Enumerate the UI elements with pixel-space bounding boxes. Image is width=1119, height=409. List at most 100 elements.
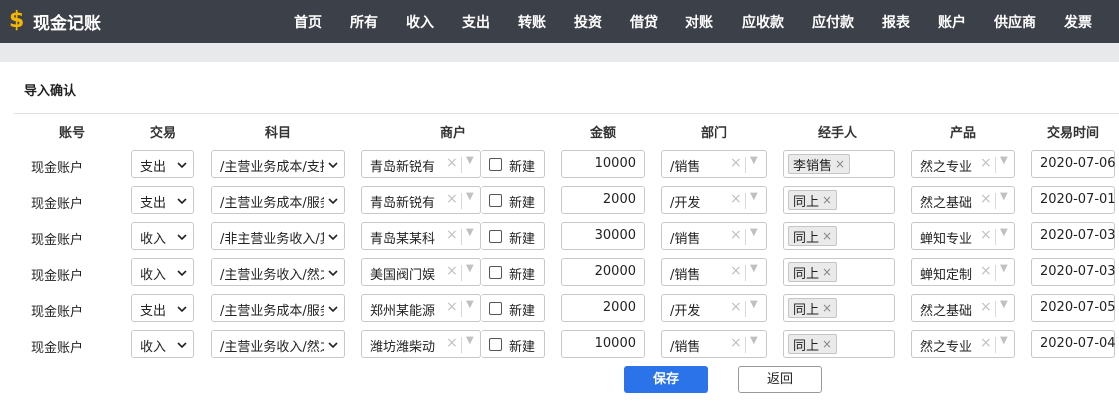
subject-select[interactable]: /非主营业务收入/其	[211, 222, 345, 250]
new-merchant-checkbox[interactable]	[489, 230, 502, 243]
new-merchant-option[interactable]: 新建	[481, 186, 545, 214]
subject-select[interactable]: /主营业务收入/然之	[211, 330, 345, 358]
caret-down-icon[interactable]: ▼	[466, 263, 474, 274]
subject-select[interactable]: /主营业务成本/服务	[211, 294, 345, 322]
clear-icon[interactable]: ×	[980, 191, 992, 207]
clear-icon[interactable]: ×	[730, 155, 742, 171]
trade-select[interactable]: 支出	[131, 294, 194, 322]
trade-time-input[interactable]: 2020-07-05	[1031, 294, 1116, 322]
new-merchant-option[interactable]: 新建	[481, 150, 545, 178]
app-logo[interactable]: $ 现金记账	[9, 9, 101, 34]
merchant-select[interactable]: 青岛某某科 × ▼	[361, 222, 481, 250]
trade-time-input[interactable]: 2020-07-03	[1031, 222, 1116, 250]
product-select[interactable]: 蝉知专业 × ▼	[911, 222, 1015, 250]
caret-down-icon[interactable]: ▼	[750, 227, 758, 238]
caret-down-icon[interactable]: ▼	[466, 227, 474, 238]
product-select[interactable]: 蝉知定制 × ▼	[911, 258, 1015, 286]
trade-select[interactable]: 支出	[131, 186, 194, 214]
remove-tag-icon[interactable]: ×	[835, 157, 845, 171]
caret-down-icon[interactable]: ▼	[750, 191, 758, 202]
amount-input[interactable]: 30000	[561, 222, 645, 250]
caret-down-icon[interactable]: ▼	[1000, 263, 1008, 274]
nav-income[interactable]: 收入	[406, 12, 434, 32]
caret-down-icon[interactable]: ▼	[1000, 299, 1008, 310]
clear-icon[interactable]: ×	[730, 227, 742, 243]
new-merchant-option[interactable]: 新建	[481, 222, 545, 250]
trade-select[interactable]: 收入	[131, 222, 194, 250]
caret-down-icon[interactable]: ▼	[750, 155, 758, 166]
clear-icon[interactable]: ×	[980, 299, 992, 315]
clear-icon[interactable]: ×	[446, 191, 458, 207]
nav-account[interactable]: 账户	[938, 12, 966, 32]
nav-all[interactable]: 所有	[350, 12, 378, 32]
product-select[interactable]: 然之基础 × ▼	[911, 294, 1015, 322]
nav-supplier[interactable]: 供应商	[994, 12, 1036, 32]
nav-invest[interactable]: 投资	[574, 12, 602, 32]
remove-tag-icon[interactable]: ×	[822, 229, 832, 243]
handler-select[interactable]: 同上 ×	[783, 222, 895, 250]
dept-select[interactable]: /销售 × ▼	[661, 222, 767, 250]
remove-tag-icon[interactable]: ×	[822, 265, 832, 279]
dept-select[interactable]: /销售 × ▼	[661, 330, 767, 358]
clear-icon[interactable]: ×	[446, 299, 458, 315]
clear-icon[interactable]: ×	[446, 227, 458, 243]
merchant-select[interactable]: 青岛新锐有 × ▼	[361, 186, 481, 214]
nav-transfer[interactable]: 转账	[518, 12, 546, 32]
caret-down-icon[interactable]: ▼	[466, 155, 474, 166]
handler-select[interactable]: 李销售 ×	[783, 150, 895, 178]
clear-icon[interactable]: ×	[730, 263, 742, 279]
caret-down-icon[interactable]: ▼	[1000, 191, 1008, 202]
nav-payable[interactable]: 应付款	[812, 12, 854, 32]
new-merchant-checkbox[interactable]	[489, 266, 502, 279]
remove-tag-icon[interactable]: ×	[822, 337, 832, 351]
handler-select[interactable]: 同上 ×	[783, 258, 895, 286]
dept-select[interactable]: /开发 × ▼	[661, 294, 767, 322]
trade-time-input[interactable]: 2020-07-04	[1031, 330, 1116, 358]
caret-down-icon[interactable]: ▼	[1000, 227, 1008, 238]
back-button[interactable]: 返回	[738, 366, 822, 393]
trade-select[interactable]: 收入	[131, 258, 194, 286]
clear-icon[interactable]: ×	[980, 227, 992, 243]
nav-receivable[interactable]: 应收款	[742, 12, 784, 32]
product-select[interactable]: 然之专业 × ▼	[911, 330, 1015, 358]
clear-icon[interactable]: ×	[730, 191, 742, 207]
clear-icon[interactable]: ×	[980, 335, 992, 351]
subject-select[interactable]: /主营业务成本/支持	[211, 150, 345, 178]
caret-down-icon[interactable]: ▼	[466, 299, 474, 310]
clear-icon[interactable]: ×	[980, 263, 992, 279]
dept-select[interactable]: /销售 × ▼	[661, 258, 767, 286]
nav-expense[interactable]: 支出	[462, 12, 490, 32]
trade-select[interactable]: 收入	[131, 330, 194, 358]
handler-select[interactable]: 同上 ×	[783, 186, 895, 214]
remove-tag-icon[interactable]: ×	[822, 193, 832, 207]
trade-time-input[interactable]: 2020-07-01	[1031, 186, 1116, 214]
caret-down-icon[interactable]: ▼	[750, 263, 758, 274]
merchant-select[interactable]: 潍坊潍柴动 × ▼	[361, 330, 481, 358]
caret-down-icon[interactable]: ▼	[466, 335, 474, 346]
save-button[interactable]: 保存	[624, 366, 708, 393]
amount-input[interactable]: 10000	[561, 330, 645, 358]
amount-input[interactable]: 2000	[561, 294, 645, 322]
caret-down-icon[interactable]: ▼	[466, 191, 474, 202]
caret-down-icon[interactable]: ▼	[1000, 155, 1008, 166]
new-merchant-option[interactable]: 新建	[481, 330, 545, 358]
trade-time-input[interactable]: 2020-07-06	[1031, 150, 1116, 178]
dept-select[interactable]: /销售 × ▼	[661, 150, 767, 178]
product-select[interactable]: 然之专业 × ▼	[911, 150, 1015, 178]
amount-input[interactable]: 10000	[561, 150, 645, 178]
amount-input[interactable]: 2000	[561, 186, 645, 214]
new-merchant-checkbox[interactable]	[489, 338, 502, 351]
nav-loan[interactable]: 借贷	[630, 12, 658, 32]
caret-down-icon[interactable]: ▼	[750, 299, 758, 310]
clear-icon[interactable]: ×	[730, 299, 742, 315]
handler-select[interactable]: 同上 ×	[783, 330, 895, 358]
clear-icon[interactable]: ×	[446, 335, 458, 351]
clear-icon[interactable]: ×	[730, 335, 742, 351]
clear-icon[interactable]: ×	[446, 263, 458, 279]
caret-down-icon[interactable]: ▼	[750, 335, 758, 346]
remove-tag-icon[interactable]: ×	[822, 301, 832, 315]
clear-icon[interactable]: ×	[980, 155, 992, 171]
product-select[interactable]: 然之基础 × ▼	[911, 186, 1015, 214]
amount-input[interactable]: 20000	[561, 258, 645, 286]
nav-reconcile[interactable]: 对账	[685, 12, 713, 32]
